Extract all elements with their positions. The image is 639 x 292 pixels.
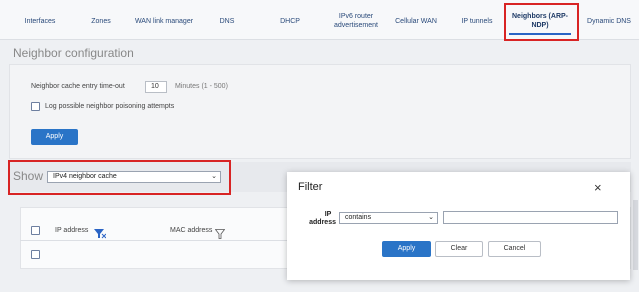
filter-field-label-line2: address bbox=[309, 219, 336, 226]
close-icon[interactable]: × bbox=[594, 181, 602, 194]
poison-checkbox-label: Log possible neighbor poisoning attempts bbox=[45, 103, 175, 110]
show-highlight-annotation bbox=[8, 160, 231, 195]
tab-wan-link-manager[interactable]: WAN link manager bbox=[133, 17, 195, 26]
filter-field-label: IP bbox=[320, 211, 336, 219]
column-header-ip-address[interactable]: IP address bbox=[55, 227, 88, 234]
poison-checkbox[interactable] bbox=[31, 102, 40, 111]
filter-active-icon[interactable] bbox=[94, 226, 107, 244]
filter-field-label-line1: IP bbox=[324, 211, 332, 218]
scrollbar[interactable] bbox=[633, 200, 638, 270]
column-header-mac-address[interactable]: MAC address bbox=[170, 227, 212, 234]
tab-cellular-wan[interactable]: Cellular WAN bbox=[391, 17, 441, 26]
tab-highlight-annotation bbox=[504, 3, 579, 41]
filter-operator-value: contains bbox=[345, 214, 372, 221]
tab-ip-tunnels[interactable]: IP tunnels bbox=[456, 17, 498, 26]
timeout-input[interactable]: 10 bbox=[145, 81, 167, 93]
filter-dialog-title: Filter bbox=[298, 181, 323, 193]
filter-operator-select[interactable]: contains ⌄ bbox=[339, 212, 438, 224]
config-panel bbox=[9, 64, 631, 159]
apply-config-button[interactable]: Apply bbox=[31, 129, 78, 145]
tab-ipv6-router-advertisement[interactable]: IPv6 router advertisement bbox=[326, 12, 386, 30]
filter-dialog bbox=[287, 172, 630, 280]
timeout-label: Neighbor cache entry time-out bbox=[31, 83, 125, 90]
tab-dynamic-dns[interactable]: Dynamic DNS bbox=[584, 17, 634, 26]
filter-cancel-button[interactable]: Cancel bbox=[488, 241, 541, 257]
tab-dns[interactable]: DNS bbox=[215, 17, 239, 26]
row-checkbox[interactable] bbox=[31, 250, 40, 259]
filter-icon[interactable] bbox=[214, 226, 226, 244]
select-all-checkbox[interactable] bbox=[31, 226, 40, 235]
section-title: Neighbor configuration bbox=[13, 46, 134, 60]
timeout-hint: Minutes (1 - 500) bbox=[175, 83, 228, 90]
tab-dhcp[interactable]: DHCP bbox=[275, 17, 305, 26]
tab-zones[interactable]: Zones bbox=[86, 17, 116, 26]
chevron-down-icon: ⌄ bbox=[428, 214, 434, 221]
filter-clear-button[interactable]: Clear bbox=[435, 241, 483, 257]
filter-value-input[interactable] bbox=[443, 211, 618, 224]
filter-apply-button[interactable]: Apply bbox=[382, 241, 431, 257]
tab-interfaces[interactable]: Interfaces bbox=[22, 17, 58, 26]
